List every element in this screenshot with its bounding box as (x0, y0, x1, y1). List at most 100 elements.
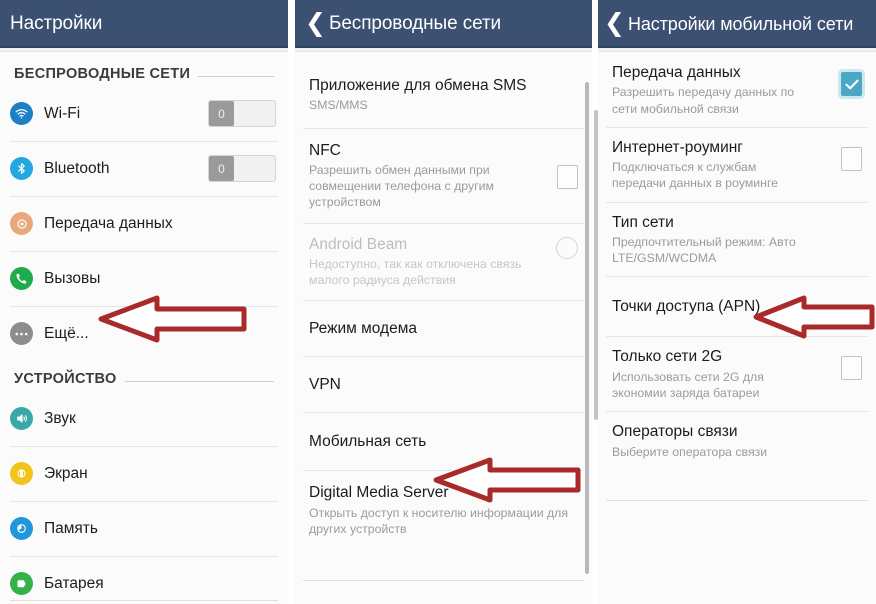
settings-row-wifi-label: Wi-Fi (44, 104, 81, 122)
wireless-row-dms-subtitle: Открыть доступ к носителю информации для… (309, 505, 569, 537)
wireless-row-android-beam-subtitle: Недоступно, так как отключена связь мало… (309, 257, 522, 288)
mobile-row-carriers-subtitle: Выберите оператора связи (612, 444, 768, 459)
wireless-row-nfc-subtitle: Разрешить обмен данными при совмещении т… (309, 162, 494, 210)
display-icon (10, 462, 33, 485)
mobile-list: Передача данных Разрешить передачу данны… (598, 52, 876, 604)
mobile-row-network-type-texts: Тип сети Предпочтительный режим: Авто LT… (612, 213, 862, 267)
settings-row-more[interactable]: Ещё... (0, 306, 288, 361)
mobile-left-scroll-track[interactable] (594, 110, 598, 420)
section-header-wireless-label: БЕСПРОВОДНЫЕ СЕТИ (14, 66, 191, 82)
mobile-row-2g-only-title: Только сети 2G (612, 348, 723, 366)
section-header-device-label: УСТРОЙСТВО (14, 371, 117, 387)
settings-appbar-title: Настройки (10, 13, 103, 34)
back-icon[interactable]: ❮ (604, 10, 625, 36)
mobile-row-data-enabled-subtitle: Разрешить передачу данных по сети мобиль… (612, 85, 795, 116)
mobile-row-roaming-title: Интернет-роуминг (612, 138, 743, 156)
wireless-row-sms-app-title: Приложение для обмена SMS (309, 77, 527, 94)
back-icon[interactable]: ❮ (305, 10, 326, 36)
data-enabled-checkbox[interactable] (841, 72, 862, 96)
bluetooth-toggle-knob: 0 (209, 156, 234, 181)
wireless-row-mobile-network-title: Мобильная сеть (309, 432, 427, 450)
panel-gap-1 (288, 0, 295, 604)
wireless-row-dms-texts: Digital Media Server Открыть доступ к но… (309, 483, 578, 537)
wireless-row-sms-app[interactable]: Приложение для обмена SMS SMS/MMS (295, 66, 592, 128)
settings-row-calls-label: Вызовы (44, 269, 101, 287)
more-dots-icon (10, 322, 33, 345)
settings-row-sound[interactable]: Звук (0, 391, 288, 446)
wireless-row-nfc-title: NFC (309, 141, 341, 159)
settings-row-sound-label: Звук (44, 409, 76, 427)
battery-icon (10, 572, 33, 595)
settings-list: БЕСПРОВОДНЫЕ СЕТИ Wi-Fi 0 Bluetooth 0 Пе… (0, 52, 288, 604)
mobile-appbar: ❮ Настройки мобильной сети (598, 0, 876, 48)
storage-icon (10, 517, 33, 540)
data-usage-icon (10, 212, 33, 235)
wireless-row-tethering[interactable]: Режим модема (295, 300, 592, 356)
bluetooth-toggle[interactable]: 0 (208, 155, 276, 182)
mobile-row-apn[interactable]: Точки доступа (APN) (598, 276, 876, 336)
settings-appbar: Настройки (0, 0, 288, 48)
settings-list-bottom-divider (10, 600, 278, 601)
settings-row-battery[interactable]: Батарея (0, 556, 288, 604)
wireless-row-dms-title: Digital Media Server (309, 484, 449, 502)
nfc-checkbox[interactable] (557, 164, 578, 189)
mobile-row-apn-title: Точки доступа (APN) (612, 297, 761, 315)
mobile-row-carriers-title: Операторы связи (612, 423, 738, 441)
wireless-row-android-beam-texts: Android Beam Недоступно, так как отключе… (309, 235, 556, 289)
wireless-row-vpn[interactable]: VPN (295, 356, 592, 412)
wireless-scrollbar[interactable] (585, 82, 589, 574)
settings-row-wifi[interactable]: Wi-Fi 0 (0, 86, 288, 141)
mobile-row-network-type-subtitle: Предпочтительный режим: Авто LTE/GSM/WCD… (612, 235, 796, 266)
roaming-checkbox[interactable] (841, 146, 862, 171)
section-header-device: УСТРОЙСТВО (0, 361, 288, 391)
panel-settings: Настройки БЕСПРОВОДНЫЕ СЕТИ Wi-Fi 0 Blue… (0, 0, 288, 604)
mobile-row-2g-only-texts: Только сети 2G Использовать сети 2G для … (612, 347, 841, 401)
wireless-list-bottom-divider (303, 580, 584, 581)
settings-row-battery-label: Батарея (44, 574, 104, 592)
wireless-row-dms[interactable]: Digital Media Server Открыть доступ к но… (295, 470, 592, 549)
settings-row-data-usage[interactable]: Передача данных (0, 196, 288, 251)
wireless-list: Приложение для обмена SMS SMS/MMS NFC Ра… (295, 52, 592, 604)
mobile-row-roaming[interactable]: Интернет-роуминг Подключаться к службам … (598, 126, 876, 202)
mobile-row-2g-only-subtitle: Использовать сети 2G для экономии заряда… (612, 369, 764, 401)
settings-row-storage[interactable]: Память (0, 501, 288, 556)
mobile-row-network-type-title: Тип сети (612, 213, 674, 231)
wireless-row-mobile-network-texts: Мобильная сеть (309, 432, 578, 451)
mobile-row-network-type[interactable]: Тип сети Предпочтительный режим: Авто LT… (598, 201, 876, 277)
2g-only-checkbox[interactable] (841, 356, 862, 381)
mobile-row-data-enabled-title: Передача данных (612, 64, 741, 81)
mobile-row-data-enabled[interactable]: Передача данных Разрешить передачу данны… (598, 52, 876, 127)
settings-row-more-label: Ещё... (44, 324, 89, 342)
wireless-row-tethering-texts: Режим модема (309, 319, 578, 338)
wireless-row-mobile-network[interactable]: Мобильная сеть (295, 412, 592, 470)
mobile-row-apn-texts: Точки доступа (APN) (612, 297, 862, 316)
settings-row-display-label: Экран (44, 464, 88, 482)
settings-row-bluetooth[interactable]: Bluetooth 0 (0, 141, 288, 196)
panel-wireless-networks: ❮ Беспроводные сети Приложение для обмен… (295, 0, 592, 604)
sound-icon (10, 407, 33, 430)
wireless-appbar: ❮ Беспроводные сети (295, 0, 592, 48)
wireless-row-sms-app-texts: Приложение для обмена SMS SMS/MMS (309, 76, 578, 114)
mobile-appbar-title: Настройки мобильной сети (627, 13, 854, 34)
mobile-row-carriers[interactable]: Операторы связи Выберите оператора связи (598, 411, 876, 470)
android-beam-checkbox (556, 236, 578, 259)
settings-row-display[interactable]: Экран (0, 446, 288, 501)
wireless-row-tethering-title: Режим модема (309, 319, 417, 337)
wifi-toggle-glyph: 0 (218, 106, 225, 121)
wireless-row-android-beam: Android Beam Недоступно, так как отключе… (295, 222, 592, 301)
wireless-row-android-beam-title: Android Beam (309, 235, 408, 253)
wireless-row-vpn-title: VPN (309, 375, 341, 393)
wifi-toggle-knob: 0 (209, 101, 234, 126)
mobile-row-carriers-texts: Операторы связи Выберите оператора связи (612, 422, 862, 460)
wireless-appbar-title: Беспроводные сети (328, 13, 502, 34)
settings-row-calls[interactable]: Вызовы (0, 251, 288, 306)
wireless-row-nfc[interactable]: NFC Разрешить обмен данными при совмещен… (295, 127, 592, 223)
phone-icon (10, 267, 33, 290)
panel-mobile-network-settings: ❮ Настройки мобильной сети Передача данн… (598, 0, 876, 604)
mobile-row-2g-only[interactable]: Только сети 2G Использовать сети 2G для … (598, 336, 876, 411)
section-header-rule (198, 75, 274, 77)
wifi-toggle[interactable]: 0 (208, 100, 276, 127)
wireless-row-nfc-texts: NFC Разрешить обмен данными при совмещен… (309, 141, 557, 211)
wireless-row-sms-app-subtitle: SMS/MMS (309, 98, 368, 113)
bluetooth-toggle-glyph: 0 (218, 161, 225, 176)
